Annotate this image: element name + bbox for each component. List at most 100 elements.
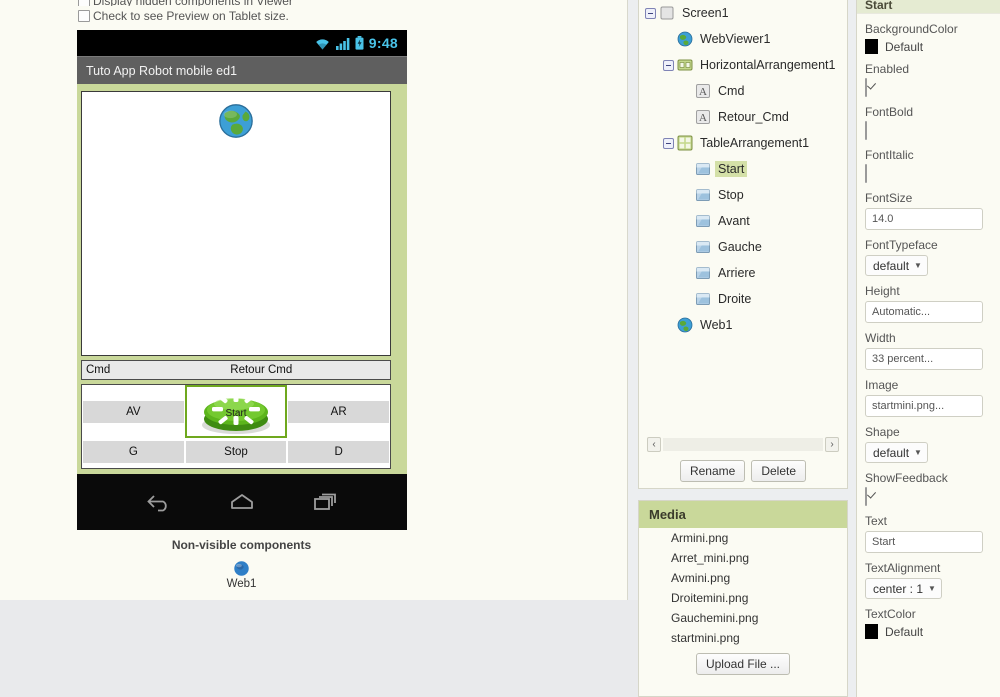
- tree-node-screen1[interactable]: Screen1: [639, 0, 847, 26]
- color-swatch-icon: [865, 39, 878, 54]
- rename-button[interactable]: Rename: [679, 460, 746, 482]
- chevron-down-icon: ▼: [914, 261, 922, 270]
- button-start-selected[interactable]: Start: [184, 385, 288, 438]
- back-icon[interactable]: [145, 492, 173, 512]
- collapse-toggle-icon[interactable]: [663, 59, 674, 71]
- property-label: Enabled: [865, 62, 910, 76]
- label-cmd: Cmd: [86, 364, 111, 376]
- components-tree-panel: Screen1 WebViewer1 HorizontalArrangement1 A…: [638, 0, 848, 489]
- delete-button[interactable]: Delete: [751, 460, 807, 482]
- scroll-left-icon[interactable]: ‹: [647, 437, 661, 452]
- media-file-item[interactable]: Armini.png: [639, 528, 847, 548]
- height-input[interactable]: Automatic...: [865, 301, 983, 323]
- android-navigation-bar: [77, 474, 407, 530]
- textcolor-picker[interactable]: Default: [865, 624, 992, 639]
- app-title-bar: Tuto App Robot mobile ed1: [77, 56, 407, 84]
- tablet-preview-checkbox[interactable]: [78, 10, 90, 22]
- fontsize-input[interactable]: 14.0: [865, 208, 983, 230]
- scrollbar-track[interactable]: [663, 438, 823, 451]
- recents-icon[interactable]: [311, 492, 339, 512]
- tree-node-arriere[interactable]: Arriere: [639, 260, 847, 286]
- screen1-canvas[interactable]: Cmd Retour Cmd AV Start AR G Stop D: [77, 84, 407, 474]
- shape-select[interactable]: default ▼: [865, 442, 928, 463]
- nonvisible-component-web1[interactable]: Web1: [0, 560, 483, 590]
- tree-node-tablearrangement1[interactable]: TableArrangement1: [639, 130, 847, 156]
- tree-node-horizontalarrangement1[interactable]: HorizontalArrangement1: [639, 52, 847, 78]
- globe-icon: [234, 561, 249, 576]
- property-shape: Shape default ▼: [865, 425, 992, 463]
- text-input[interactable]: Start: [865, 531, 983, 553]
- media-file-item[interactable]: Droitemini.png: [639, 588, 847, 608]
- collapse-toggle-icon[interactable]: [663, 137, 674, 149]
- tree-node-label: Arriere: [718, 266, 756, 280]
- button-avant[interactable]: AV: [83, 400, 184, 423]
- harrange-icon: [677, 59, 693, 71]
- property-label: FontItalic: [865, 148, 914, 162]
- property-height: Height Automatic...: [865, 284, 992, 323]
- properties-panel: Start BackgroundColor Default Enabled Fo…: [856, 0, 1000, 697]
- tree-horizontal-scrollbar[interactable]: ‹ ›: [647, 436, 839, 453]
- upload-file-button[interactable]: Upload File ...: [695, 653, 791, 675]
- label-icon: A: [696, 84, 710, 98]
- tree-node-retour_cmd[interactable]: A Retour_Cmd: [639, 104, 847, 130]
- media-file-item[interactable]: startmini.png: [639, 628, 847, 648]
- button-droite[interactable]: D: [288, 441, 389, 463]
- display-hidden-components-row[interactable]: Display hidden components in Viewer: [0, 0, 627, 6]
- button-icon: [696, 189, 710, 201]
- button-icon: [696, 163, 710, 175]
- tree-node-label: TableArrangement1: [700, 136, 810, 150]
- button-gauche[interactable]: G: [83, 441, 184, 463]
- start-button-text: Start: [225, 408, 246, 419]
- media-file-item[interactable]: Arret_mini.png: [639, 548, 847, 568]
- property-width: Width 33 percent...: [865, 331, 992, 370]
- property-label: TextAlignment: [865, 561, 941, 575]
- media-file-item[interactable]: Avmini.png: [639, 568, 847, 588]
- horizontalarrangement1-component[interactable]: Cmd Retour Cmd: [81, 360, 391, 380]
- tree-node-stop[interactable]: Stop: [639, 182, 847, 208]
- tree-node-web1[interactable]: Web1: [639, 312, 847, 338]
- width-input[interactable]: 33 percent...: [865, 348, 983, 370]
- enabled-checkbox[interactable]: [865, 78, 867, 97]
- button-stop[interactable]: Stop: [185, 441, 287, 463]
- globe-icon: [677, 317, 693, 333]
- tree-node-label: Avant: [718, 214, 750, 228]
- fonttypeface-select[interactable]: default ▼: [865, 255, 928, 276]
- tree-node-avant[interactable]: Avant: [639, 208, 847, 234]
- backgroundcolor-picker[interactable]: Default: [865, 39, 992, 54]
- viewer-panel: Display hidden components in Viewer Chec…: [0, 0, 628, 600]
- media-file-list[interactable]: Armini.png Arret_mini.png Avmini.png Droite…: [639, 528, 847, 648]
- button-arriere[interactable]: AR: [288, 400, 389, 423]
- tablet-preview-row[interactable]: Check to see Preview on Tablet size.: [0, 7, 627, 25]
- tree-node-cmd[interactable]: A Cmd: [639, 78, 847, 104]
- showfeedback-checkbox[interactable]: [865, 487, 867, 506]
- fontbold-checkbox[interactable]: [865, 121, 867, 140]
- property-image: Image startmini.png...: [865, 378, 992, 417]
- tree-node-label: HorizontalArrangement1: [700, 58, 836, 72]
- svg-text:A: A: [699, 86, 707, 98]
- components-tree-list[interactable]: Screen1 WebViewer1 HorizontalArrangement1 A…: [639, 0, 847, 338]
- shape-value: default: [873, 445, 910, 460]
- tree-node-start[interactable]: Start: [639, 156, 847, 182]
- properties-body: BackgroundColor Default Enabled FontBold…: [857, 14, 1000, 639]
- label-retour-cmd: Retour Cmd: [230, 364, 293, 376]
- tree-node-webviewer1[interactable]: WebViewer1: [639, 26, 847, 52]
- button-icon: [696, 267, 710, 279]
- collapse-toggle-icon[interactable]: [645, 7, 656, 19]
- status-bar-time: 9:48: [368, 35, 398, 51]
- display-hidden-components-checkbox[interactable]: [78, 0, 90, 6]
- fontitalic-checkbox[interactable]: [865, 164, 867, 183]
- tablearrangement1-component[interactable]: AV Start AR G Stop D: [81, 384, 391, 469]
- media-file-item[interactable]: Gauchemini.png: [639, 608, 847, 628]
- property-label: FontTypeface: [865, 238, 938, 252]
- property-label: Image: [865, 378, 899, 392]
- property-label: BackgroundColor: [865, 22, 958, 36]
- scroll-right-icon[interactable]: ›: [825, 437, 839, 452]
- tree-node-gauche[interactable]: Gauche: [639, 234, 847, 260]
- property-enabled: Enabled: [865, 62, 992, 97]
- home-icon[interactable]: [228, 492, 256, 512]
- webviewer1-component[interactable]: [81, 91, 391, 356]
- app-title-text: Tuto App Robot mobile ed1: [86, 63, 238, 78]
- textalignment-select[interactable]: center : 1 ▼: [865, 578, 942, 599]
- image-input[interactable]: startmini.png...: [865, 395, 983, 417]
- tree-node-droite[interactable]: Droite: [639, 286, 847, 312]
